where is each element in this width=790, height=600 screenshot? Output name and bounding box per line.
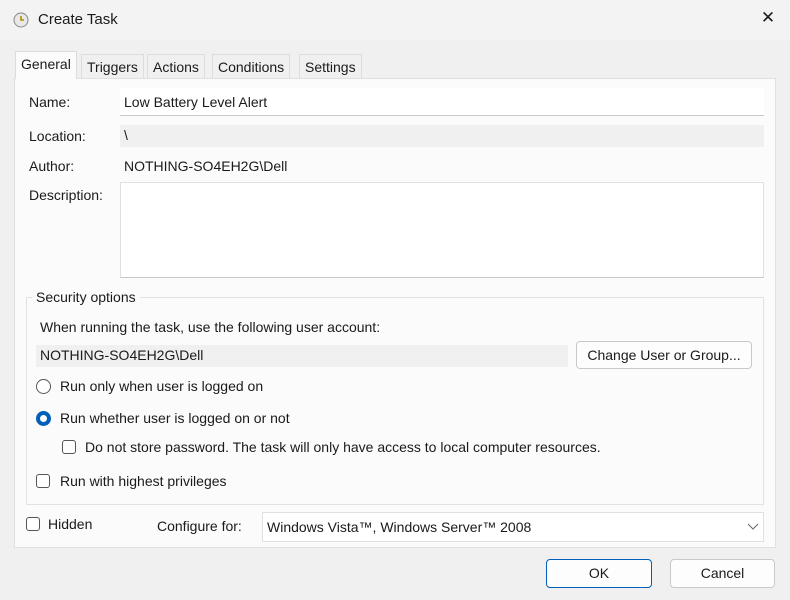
no-store-password-checkbox[interactable] <box>62 440 76 454</box>
tab-triggers[interactable]: Triggers <box>81 54 144 79</box>
hidden-checkbox[interactable] <box>26 517 40 531</box>
tab-conditions[interactable]: Conditions <box>212 54 291 79</box>
hidden-label[interactable]: Hidden <box>48 516 92 532</box>
no-store-password-label[interactable]: Do not store password. The task will onl… <box>85 439 601 455</box>
highest-privileges-checkbox[interactable] <box>36 474 50 488</box>
change-user-button[interactable]: Change User or Group... <box>576 341 752 369</box>
tab-general[interactable]: General <box>15 51 77 79</box>
configure-label: Configure for: <box>157 518 242 534</box>
description-label: Description: <box>29 187 103 203</box>
author-value: NOTHING-SO4EH2G\Dell <box>124 158 288 174</box>
name-label: Name: <box>29 94 71 110</box>
tab-actions[interactable]: Actions <box>147 54 205 79</box>
title-bar <box>0 0 790 40</box>
configure-value: Windows Vista™, Windows Server™ 2008 <box>267 519 532 535</box>
security-legend: Security options <box>32 289 140 305</box>
chevron-down-icon <box>747 523 759 530</box>
run-whether-radio[interactable] <box>36 411 51 426</box>
description-input[interactable] <box>120 182 764 278</box>
location-label: Location: <box>29 128 86 144</box>
cancel-button[interactable]: Cancel <box>670 559 775 588</box>
user-account-value: NOTHING-SO4EH2G\Dell <box>36 345 568 367</box>
run-logged-on-label[interactable]: Run only when user is logged on <box>60 378 263 394</box>
run-logged-on-radio[interactable] <box>36 379 51 394</box>
highest-privileges-label[interactable]: Run with highest privileges <box>60 473 227 489</box>
configure-select[interactable]: Windows Vista™, Windows Server™ 2008 <box>262 512 764 542</box>
author-label: Author: <box>29 158 75 174</box>
window-title: Create Task <box>38 11 118 28</box>
ok-button[interactable]: OK <box>546 559 652 588</box>
name-input[interactable]: Low Battery Level Alert <box>120 88 764 116</box>
clock-icon <box>13 12 29 28</box>
close-icon[interactable]: ✕ <box>756 8 780 28</box>
run-whether-label[interactable]: Run whether user is logged on or not <box>60 410 290 426</box>
location-value: \ <box>120 125 764 147</box>
account-prompt: When running the task, use the following… <box>40 319 381 335</box>
tab-settings[interactable]: Settings <box>299 54 362 79</box>
